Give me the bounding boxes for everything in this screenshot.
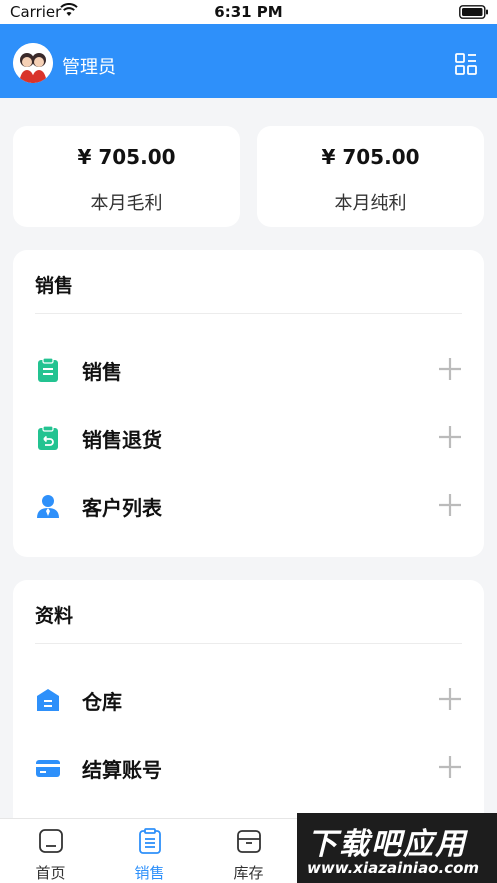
tab-sales[interactable]: 销售 (100, 819, 199, 883)
add-icon[interactable] (438, 425, 462, 449)
gross-profit-amount: ¥ 705.00 (77, 145, 176, 169)
user-name: 管理员 (62, 57, 116, 78)
add-icon[interactable] (438, 687, 462, 711)
menu-item-sales[interactable]: 销售 (13, 344, 484, 394)
gross-profit-label: 本月毛利 (90, 193, 163, 214)
app-header: 管理员 (0, 24, 497, 98)
warehouse-icon (37, 689, 59, 711)
tab-inventory[interactable]: 库存 (199, 819, 298, 883)
add-icon[interactable] (438, 755, 462, 779)
watermark-title: 下载吧应用 (307, 827, 467, 862)
status-bar: Carrier 6:31 PM (0, 0, 497, 24)
menu-item-customer-list[interactable]: 客户列表 (13, 480, 484, 530)
menu-item-label: 仓库 (82, 690, 122, 714)
card-icon (36, 760, 60, 777)
menu-item-label: 销售退货 (82, 428, 162, 452)
menu-item-sales-return[interactable]: 销售退货 (13, 412, 484, 462)
gross-profit-card[interactable]: ¥ 705.00 本月毛利 (13, 126, 240, 227)
tab-home[interactable]: 首页 (1, 819, 100, 883)
menu-item-label: 客户列表 (82, 496, 162, 520)
clock: 6:31 PM (214, 3, 283, 21)
menu-item-label: 结算账号 (82, 758, 162, 782)
tab-label: 销售 (134, 864, 165, 882)
add-icon[interactable] (438, 357, 462, 381)
watermark: 下载吧应用 www.xiazainiao.com (297, 813, 497, 883)
customer-icon (37, 495, 59, 518)
clipboard-list-icon (38, 357, 58, 382)
clipboard-return-icon (38, 425, 58, 450)
section-title: 资料 (35, 605, 74, 627)
sales-doc-icon (139, 828, 161, 854)
menu-item-warehouse[interactable]: 仓库 (13, 674, 484, 724)
add-icon[interactable] (438, 493, 462, 517)
tab-label: 库存 (233, 864, 264, 882)
menu-item-label: 销售 (82, 360, 122, 384)
menu-item-settlement-account[interactable]: 结算账号 (13, 742, 484, 792)
watermark-url: www.xiazainiao.com (307, 859, 480, 877)
tab-label: 首页 (35, 864, 66, 882)
sales-section: 销售 销售 销售退货 客户列表 (13, 250, 484, 557)
avatar[interactable] (13, 43, 53, 83)
net-profit-label: 本月纯利 (334, 193, 407, 214)
net-profit-card[interactable]: ¥ 705.00 本月纯利 (257, 126, 484, 227)
divider (35, 643, 462, 644)
home-icon (39, 829, 63, 853)
data-section: 资料 仓库 结算账号 (13, 580, 484, 840)
section-title: 销售 (35, 275, 74, 297)
avatar-icon (13, 43, 53, 83)
net-profit-amount: ¥ 705.00 (321, 145, 420, 169)
inventory-box-icon (237, 830, 261, 853)
divider (35, 313, 462, 314)
battery-icon (459, 5, 488, 19)
grid-menu-icon[interactable] (454, 52, 478, 76)
